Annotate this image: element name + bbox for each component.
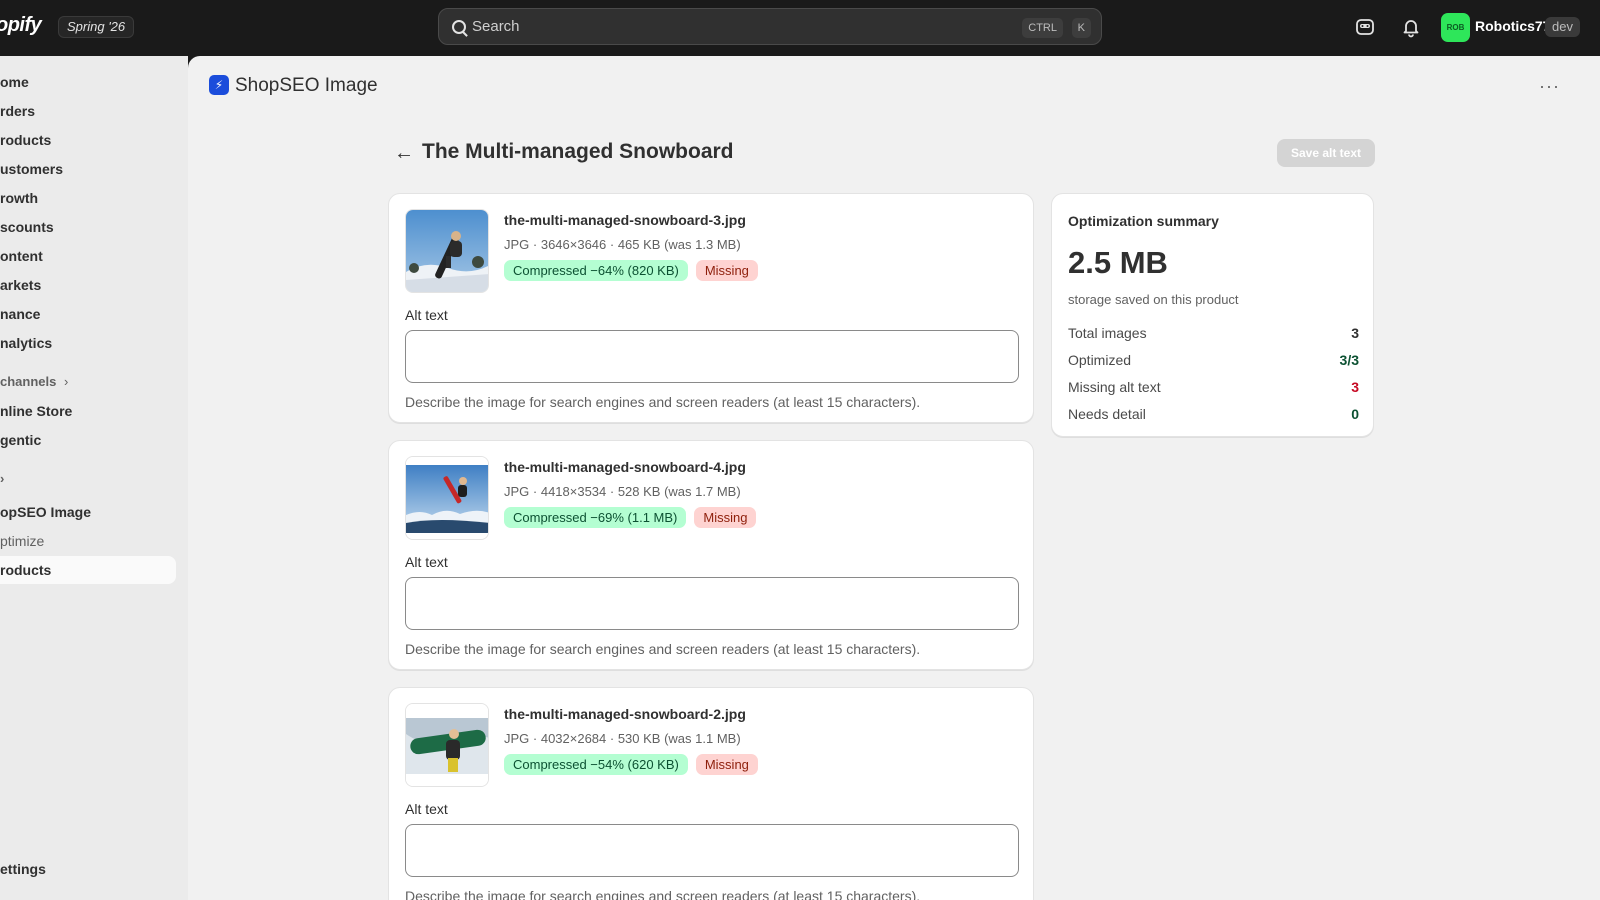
missing-alt-badge: Missing — [695, 260, 758, 281]
summary-label: Total images — [1068, 325, 1147, 341]
apps-chevron-icon[interactable]: › — [0, 471, 4, 486]
sidebar: ome rders roducts ustomers rowth scounts… — [0, 56, 188, 900]
alt-text-label: Alt text — [405, 307, 448, 323]
sidekick-icon[interactable] — [1354, 16, 1376, 38]
sidebar-item-optimize[interactable]: ptimize — [0, 533, 44, 549]
more-actions-icon[interactable]: ··· — [1539, 76, 1560, 97]
storage-saved-caption: storage saved on this product — [1068, 292, 1239, 307]
sidebar-item-online-store[interactable]: nline Store — [0, 403, 72, 419]
save-alt-text-button[interactable]: Save alt text — [1277, 139, 1375, 167]
avatar[interactable]: ROB — [1441, 13, 1470, 42]
optimization-summary-card: Optimization summary 2.5 MB storage save… — [1051, 193, 1374, 437]
app-title: ShopSEO Image — [235, 75, 378, 96]
image-meta: JPG · 4032×2684 · 530 KB (was 1.1 MB) — [504, 731, 741, 746]
summary-row-missing-alt-text: Missing alt text 3 — [1068, 379, 1359, 395]
sidebar-item-agentic[interactable]: gentic — [0, 432, 41, 448]
alt-text-label: Alt text — [405, 801, 448, 817]
summary-row-total-images: Total images 3 — [1068, 325, 1359, 341]
sidebar-item-shopseo-image[interactable]: opSEO Image — [0, 504, 91, 520]
search-bar[interactable]: Search CTRL K — [438, 8, 1102, 45]
image-filename: the-multi-managed-snowboard-2.jpg — [504, 706, 746, 722]
chevron-right-icon: › — [63, 374, 69, 389]
missing-alt-badge: Missing — [695, 754, 758, 775]
product-image-thumbnail[interactable] — [405, 703, 489, 787]
summary-value: 3 — [1351, 379, 1359, 395]
summary-value: 3 — [1351, 325, 1359, 341]
sidebar-item-markets[interactable]: arkets — [0, 277, 41, 293]
summary-value: 3/3 — [1339, 352, 1359, 368]
shopseo-app-icon: ⚡ — [209, 75, 229, 95]
sidebar-item-settings[interactable]: ettings — [0, 861, 46, 877]
sidebar-item-content[interactable]: ontent — [0, 248, 43, 264]
summary-title: Optimization summary — [1068, 213, 1219, 229]
image-meta: JPG · 4418×3534 · 528 KB (was 1.7 MB) — [504, 484, 741, 499]
edition-badge[interactable]: Spring '26 — [58, 16, 135, 38]
summary-label: Missing alt text — [1068, 379, 1161, 395]
image-card: the-multi-managed-snowboard-2.jpg JPG · … — [388, 687, 1034, 900]
image-filename: the-multi-managed-snowboard-4.jpg — [504, 459, 746, 475]
shortcut-k-key: K — [1071, 18, 1091, 38]
storage-saved-value: 2.5 MB — [1068, 245, 1168, 280]
sidebar-item-analytics[interactable]: nalytics — [0, 335, 52, 351]
search-placeholder: Search — [472, 18, 520, 35]
main-content: ⚡ ShopSEO Image ··· ← The Multi-managed … — [188, 56, 1600, 900]
summary-row-optimized: Optimized 3/3 — [1068, 352, 1359, 368]
image-card: the-multi-managed-snowboard-4.jpg JPG · … — [388, 440, 1034, 670]
compressed-badge: Compressed −64% (820 KB) — [504, 260, 688, 281]
channels-label: channels — [0, 374, 57, 389]
sidebar-item-discounts[interactable]: scounts — [0, 219, 54, 235]
env-badge: dev — [1545, 17, 1580, 37]
sidebar-item-products[interactable]: roducts — [0, 132, 51, 148]
image-filename: the-multi-managed-snowboard-3.jpg — [504, 212, 746, 228]
search-icon — [452, 20, 466, 34]
product-image-thumbnail[interactable] — [405, 456, 489, 540]
alt-text-input[interactable] — [405, 824, 1019, 877]
summary-label: Optimized — [1068, 352, 1132, 368]
page-title: The Multi-managed Snowboard — [422, 140, 734, 163]
sidebar-item-orders[interactable]: rders — [0, 103, 35, 119]
summary-label: Needs detail — [1068, 406, 1146, 422]
top-bar: opify Spring '26 Search CTRL K ROB Robot… — [0, 0, 1600, 56]
sidebar-item-growth[interactable]: rowth — [0, 190, 38, 206]
image-card: the-multi-managed-snowboard-3.jpg JPG · … — [388, 193, 1034, 423]
back-arrow-icon[interactable]: ← — [394, 142, 414, 165]
sidebar-item-home[interactable]: ome — [0, 74, 29, 90]
sidebar-item-finance[interactable]: nance — [0, 306, 40, 322]
shopify-logo[interactable]: opify — [0, 14, 42, 37]
compressed-badge: Compressed −69% (1.1 MB) — [504, 507, 687, 528]
sidebar-section-channels[interactable]: channels › — [0, 374, 68, 389]
summary-row-needs-detail: Needs detail 0 — [1068, 406, 1359, 422]
compressed-badge: Compressed −54% (620 KB) — [504, 754, 688, 775]
product-image-thumbnail[interactable] — [405, 209, 489, 293]
alt-text-label: Alt text — [405, 554, 448, 570]
sidebar-item-customers[interactable]: ustomers — [0, 161, 63, 177]
sidebar-item-app-products[interactable]: roducts — [0, 556, 176, 584]
alt-text-input[interactable] — [405, 577, 1019, 630]
shortcut-ctrl-key: CTRL — [1022, 18, 1063, 38]
missing-alt-badge: Missing — [694, 507, 757, 528]
alt-text-help: Describe the image for search engines an… — [405, 888, 921, 900]
image-meta: JPG · 3646×3646 · 465 KB (was 1.3 MB) — [504, 237, 741, 252]
alt-text-help: Describe the image for search engines an… — [405, 641, 921, 657]
alt-text-input[interactable] — [405, 330, 1019, 383]
summary-value: 0 — [1351, 406, 1359, 422]
bell-icon[interactable] — [1400, 16, 1422, 38]
store-name[interactable]: Robotics77 — [1475, 18, 1550, 34]
alt-text-help: Describe the image for search engines an… — [405, 394, 921, 410]
